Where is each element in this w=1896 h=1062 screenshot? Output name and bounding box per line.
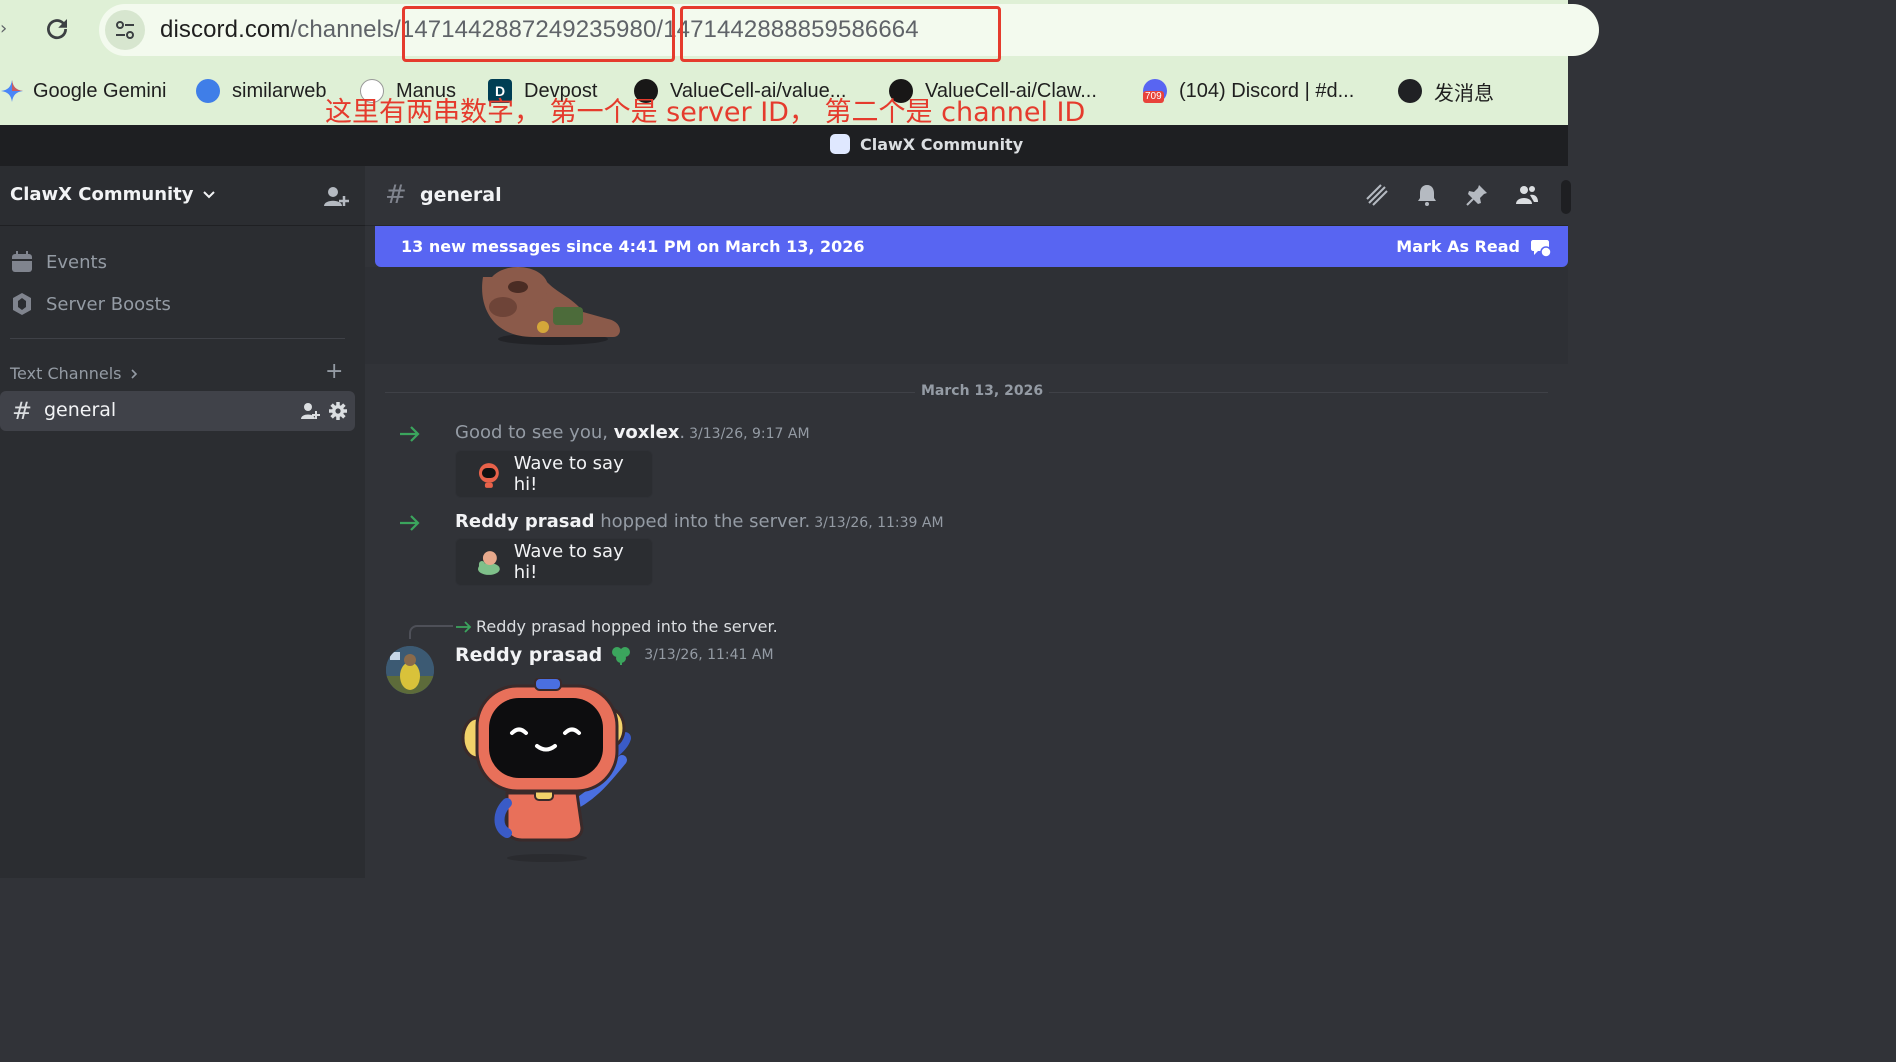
titlebar-title: ClawX Community xyxy=(860,134,1024,154)
browser-chrome: › discord.com/channels/14714428872492359… xyxy=(0,0,1599,128)
category-label: Text Channels xyxy=(10,364,122,383)
wave-button-label: Wave to say hi! xyxy=(513,453,624,495)
sidebar-divider xyxy=(10,338,345,339)
new-messages-text: 13 new messages since 4:41 PM on March 1… xyxy=(401,237,865,256)
wave-sticker-icon xyxy=(477,551,500,575)
clover-badge-icon xyxy=(612,647,631,665)
sidebar-item-server-boosts[interactable]: Server Boosts xyxy=(10,289,171,319)
discord-titlebar: ClawX Community xyxy=(0,125,1568,166)
search-box-edge[interactable] xyxy=(1561,180,1571,214)
timestamp: 3/13/26, 9:17 AM xyxy=(689,426,810,442)
bookmark-label: (104) Discord | #d... xyxy=(1179,79,1355,102)
hashtag-icon: # xyxy=(385,180,407,210)
server-icon xyxy=(830,134,850,154)
threads-icon[interactable] xyxy=(1365,183,1389,207)
channel-sidebar: ClawX Community Events Server Boosts Tex… xyxy=(0,166,365,878)
server-id-highlight xyxy=(402,6,675,62)
similarweb-icon xyxy=(196,79,220,103)
date-divider: March 13, 2026 xyxy=(915,383,1050,399)
join-arrow-icon xyxy=(400,515,420,531)
member-list-icon[interactable] xyxy=(1515,183,1539,207)
robot-wave-sticker[interactable] xyxy=(457,678,632,863)
invite-icon[interactable] xyxy=(300,401,320,421)
author-name[interactable]: Reddy prasad xyxy=(455,644,602,666)
bell-icon[interactable] xyxy=(1415,183,1439,207)
channel-header: # general xyxy=(365,166,1571,226)
category-text-channels[interactable]: Text Channels xyxy=(10,364,141,383)
server-name: ClawX Community xyxy=(10,184,194,205)
system-message: Reddy prasad hopped into the server. 3/13… xyxy=(455,511,944,532)
discord-icon: 709 xyxy=(1143,79,1167,103)
notification-badge: 709 xyxy=(1143,91,1164,103)
wave-sticker-icon xyxy=(478,463,499,488)
new-messages-bar[interactable]: 13 new messages since 4:41 PM on March 1… xyxy=(375,226,1568,267)
invite-people-icon[interactable] xyxy=(323,184,349,210)
channel-item-general[interactable]: # general xyxy=(0,391,355,431)
server-header[interactable]: ClawX Community xyxy=(0,166,365,226)
bookmark-label: Google Gemini xyxy=(33,79,167,102)
message-suffix: . xyxy=(679,422,686,443)
channel-name: general xyxy=(44,399,117,421)
chevron-right-icon xyxy=(131,368,138,379)
message-header: Reddy prasad 3/13/26, 11:41 AM xyxy=(455,644,774,666)
wave-button[interactable]: Wave to say hi! xyxy=(455,450,653,498)
dog-sticker xyxy=(482,267,620,345)
gemini-icon xyxy=(1,80,23,102)
avatar[interactable] xyxy=(386,646,434,694)
bookmark-send-message[interactable]: 发消息 xyxy=(1398,74,1494,108)
sidebar-item-label: Events xyxy=(46,251,107,273)
pin-icon[interactable] xyxy=(1465,183,1489,207)
system-message: Good to see you, voxlex. 3/13/26, 9:17 AM xyxy=(455,422,810,443)
url-host: discord.com xyxy=(160,16,291,43)
join-arrow-icon xyxy=(456,620,472,633)
boost-icon xyxy=(13,293,31,315)
calendar-icon xyxy=(12,251,32,272)
username[interactable]: Reddy prasad xyxy=(455,511,595,532)
channel-title: general xyxy=(420,184,502,206)
timestamp: 3/13/26, 11:39 AM xyxy=(814,515,944,531)
url-path: /channels/ xyxy=(290,16,401,43)
back-arrow-icon[interactable]: › xyxy=(0,18,7,39)
message-prefix: Good to see you, xyxy=(455,422,614,443)
mark-read-icon[interactable] xyxy=(1530,236,1552,258)
bookmark-label: 发消息 xyxy=(1434,82,1494,105)
bookmark-similarweb[interactable]: similarweb xyxy=(196,74,326,108)
create-channel-icon[interactable]: + xyxy=(325,361,343,383)
gear-icon[interactable] xyxy=(328,401,348,421)
reload-icon[interactable] xyxy=(42,14,72,44)
reply-preview-text: Reddy prasad hopped into the server. xyxy=(476,617,778,636)
annotation-text: 这里有两串数字， 第一个是 server ID， 第二个是 channel ID xyxy=(325,97,1086,128)
site-settings-icon[interactable] xyxy=(105,10,145,50)
globe-icon xyxy=(1398,79,1422,103)
bookmark-google-gemini[interactable]: Google Gemini xyxy=(0,74,166,108)
mark-as-read-button[interactable]: Mark As Read xyxy=(1396,237,1520,256)
username[interactable]: voxlex xyxy=(614,422,680,443)
wave-button-label: Wave to say hi! xyxy=(513,541,624,583)
sidebar-item-events[interactable]: Events xyxy=(10,247,107,277)
chat-area: # general 13 new messages since 4:41 PM … xyxy=(365,166,1571,878)
chevron-down-icon xyxy=(202,190,215,198)
reply-preview[interactable]: Reddy prasad hopped into the server. xyxy=(455,617,778,636)
wave-button[interactable]: Wave to say hi! xyxy=(455,538,653,586)
reply-connector xyxy=(409,625,453,639)
channel-id-highlight xyxy=(680,6,1001,62)
previous-sticker xyxy=(365,267,1568,364)
join-arrow-icon xyxy=(400,426,420,442)
timestamp: 3/13/26, 11:41 AM xyxy=(644,647,774,663)
avatar-image xyxy=(386,646,434,694)
sidebar-item-label: Server Boosts xyxy=(46,293,171,315)
bookmark-label: similarweb xyxy=(232,79,327,102)
message-suffix: hopped into the server. xyxy=(594,511,811,532)
hashtag-icon: # xyxy=(12,397,33,425)
bookmark-discord[interactable]: 709 (104) Discord | #d... xyxy=(1143,74,1354,108)
